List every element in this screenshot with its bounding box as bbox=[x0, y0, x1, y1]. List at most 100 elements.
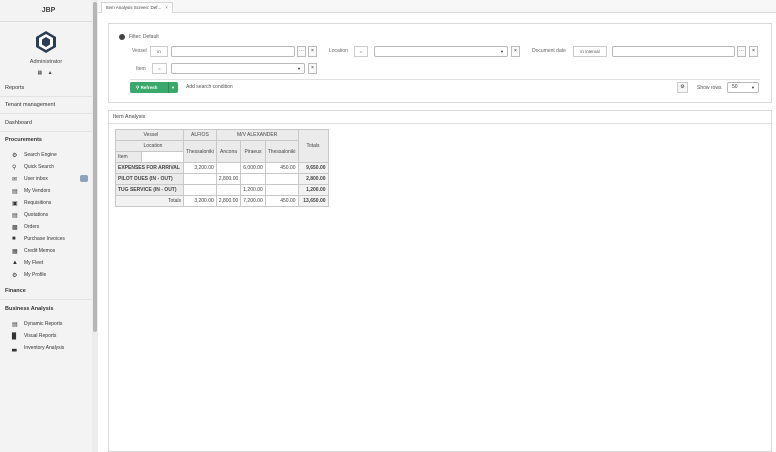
sidebar-item-orders[interactable]: ▩ Orders bbox=[12, 222, 88, 232]
sidebar-item-my-profile[interactable]: ⚙ My Profile bbox=[12, 270, 88, 280]
table-row[interactable]: EXPENSES FOR ARRIVAL 3,200.00 6,000.00 4… bbox=[115, 162, 329, 174]
sidebar-item-visual-reports[interactable]: ▉ Visual Reports bbox=[12, 331, 88, 341]
sidebar-item-search-engine[interactable]: ⚙ Search Engine bbox=[12, 150, 88, 160]
location-operator[interactable]: = bbox=[354, 46, 368, 57]
divider bbox=[109, 123, 771, 124]
inventory-icon: ▃ bbox=[12, 345, 17, 352]
sidebar-item-requisitions[interactable]: ▣ Requisitions bbox=[12, 198, 88, 208]
sidebar-item-inventory-analysis[interactable]: ▃ Inventory Analysis bbox=[12, 343, 88, 353]
sidebar-scroll-thumb[interactable] bbox=[93, 2, 97, 332]
report-icon: ▤ bbox=[12, 321, 18, 328]
table-cell: 3,200.00 bbox=[183, 162, 217, 174]
table-cell: 6,000.00 bbox=[240, 162, 266, 174]
divider bbox=[130, 79, 760, 80]
profile-icon: ⚙ bbox=[12, 272, 18, 279]
divider bbox=[0, 113, 92, 114]
settings-icon[interactable]: ▦ bbox=[37, 70, 44, 76]
item-operator[interactable]: = bbox=[152, 63, 167, 74]
vessel-operator[interactable]: in bbox=[150, 46, 168, 57]
document-date-operator[interactable]: in interval bbox=[573, 46, 607, 57]
sidebar-item-purchase-invoices[interactable]: ■ Purchase Invoices bbox=[12, 234, 88, 244]
row-header: PILOT DUES (IN - OUT) bbox=[115, 173, 184, 185]
row-total: 2,800.00 bbox=[297, 173, 329, 185]
vessel-more-button[interactable]: ⋯ bbox=[297, 46, 306, 57]
user-icon[interactable]: ▲ bbox=[48, 70, 55, 76]
sidebar-section-procurements[interactable]: Procurements bbox=[5, 137, 42, 143]
item-header: Item bbox=[115, 151, 142, 163]
table-row[interactable]: TUG SERVICE (IN - OUT) 1,200.00 1,200.00 bbox=[115, 184, 329, 196]
sidebar-section-tenant[interactable]: Tenant management bbox=[5, 102, 55, 108]
search-icon: ⚲ bbox=[12, 164, 17, 171]
add-search-condition-link[interactable]: Add search condition bbox=[186, 84, 233, 90]
brand-logo[interactable]: JBP bbox=[0, 0, 97, 22]
document-date-input[interactable] bbox=[612, 46, 735, 57]
item-clear-button[interactable]: × bbox=[308, 63, 317, 74]
column-total: 450.00 bbox=[264, 195, 299, 207]
location-column-header: Ancona bbox=[215, 140, 242, 163]
divider bbox=[0, 96, 92, 97]
avatar[interactable] bbox=[34, 30, 58, 54]
vessel-clear-button[interactable]: × bbox=[308, 46, 317, 57]
tab-item-analysis[interactable]: Item Analysis Screen: Def... × bbox=[101, 2, 173, 13]
sidebar-item-dynamic-reports[interactable]: ▤ Dynamic Reports bbox=[12, 319, 88, 329]
grand-total: 13,650.00 bbox=[297, 195, 329, 207]
vessel-input[interactable] bbox=[171, 46, 295, 57]
location-select[interactable]: ▼ bbox=[374, 46, 508, 57]
settings-button[interactable]: ⚙ bbox=[677, 82, 688, 93]
filter-title[interactable]: Filter: Default bbox=[119, 34, 159, 40]
document-date-more-button[interactable]: ⋯ bbox=[737, 46, 746, 57]
fleet-icon: ▲ bbox=[12, 260, 18, 266]
item-select[interactable]: ▼ bbox=[171, 63, 305, 74]
refresh-button[interactable]: ⚲ Refresh ▼ bbox=[130, 82, 178, 93]
divider bbox=[0, 299, 92, 300]
sidebar-item-my-vendors[interactable]: ▤ My Vendors bbox=[12, 186, 88, 196]
requisition-icon: ▣ bbox=[12, 200, 18, 207]
totals-row: Totals 3,200.00 2,800.00 7,200.00 450.00… bbox=[115, 195, 329, 207]
gear-icon: ⚙ bbox=[680, 84, 685, 90]
inbox-badge bbox=[80, 175, 88, 182]
table-corner bbox=[115, 129, 142, 141]
table-row[interactable]: PILOT DUES (IN - OUT) 2,800.00 2,800.00 bbox=[115, 173, 329, 185]
sidebar-item-quick-search[interactable]: ⚲ Quick Search bbox=[12, 162, 88, 172]
document-date-label: Document date bbox=[532, 48, 566, 54]
sidebar-section-finance[interactable]: Finance bbox=[5, 288, 26, 294]
sidebar-item-user-inbox[interactable]: ✉ User inbox bbox=[12, 174, 88, 184]
filter-toggle-icon[interactable] bbox=[119, 34, 125, 40]
sidebar: JBP Administrator ▦ ▲ Reports Tenant man… bbox=[0, 0, 98, 452]
table-cell: 450.00 bbox=[264, 162, 299, 174]
tab-label: Item Analysis Screen: Def... bbox=[106, 5, 162, 10]
vessel-label: Vessel bbox=[132, 48, 147, 54]
close-icon[interactable]: × bbox=[165, 5, 168, 10]
show-rows-label: Show rows bbox=[697, 85, 722, 91]
sidebar-section-reports[interactable]: Reports bbox=[5, 85, 24, 91]
show-rows-select[interactable]: 50 ▼ bbox=[727, 82, 759, 93]
document-date-clear-button[interactable]: × bbox=[749, 46, 758, 57]
totals-column-header: Totals bbox=[297, 129, 329, 163]
chevron-down-icon: ▼ bbox=[297, 66, 301, 71]
tab-bar: Item Analysis Screen: Def... × bbox=[98, 0, 776, 13]
table-header-row: Location Thessaloniki Ancona Piraeus The… bbox=[115, 140, 329, 163]
vessel-column-header: ALFIOS bbox=[183, 129, 217, 141]
chevron-down-icon[interactable]: ▼ bbox=[171, 82, 175, 93]
totals-label: Totals bbox=[115, 195, 184, 207]
vessel-header: Vessel bbox=[141, 129, 184, 141]
table-corner bbox=[115, 140, 142, 152]
divider bbox=[0, 131, 92, 132]
sidebar-item-my-fleet[interactable]: ▲ My Fleet bbox=[12, 258, 88, 268]
location-clear-button[interactable]: × bbox=[511, 46, 520, 57]
sidebar-item-quotations[interactable]: ▤ Quotations bbox=[12, 210, 88, 220]
sidebar-item-credit-memos[interactable]: ▦ Credit Memos bbox=[12, 246, 88, 256]
sidebar-section-business-analysis[interactable]: Business Analysis bbox=[5, 306, 53, 312]
refresh-label: Refresh bbox=[140, 85, 158, 90]
table-header-row: Vessel ALFIOS M/V ALEXANDER Totals bbox=[115, 129, 329, 163]
user-actions: ▦ ▲ bbox=[0, 70, 92, 76]
memo-icon: ▦ bbox=[12, 248, 18, 255]
location-column-header: Thessaloniki bbox=[264, 140, 299, 163]
chart-icon: ▉ bbox=[12, 333, 17, 340]
sidebar-section-dashboard[interactable]: Dashboard bbox=[5, 120, 32, 126]
row-total: 9,650.00 bbox=[297, 162, 329, 174]
chevron-down-icon: ▼ bbox=[751, 85, 755, 90]
column-total: 2,800.00 bbox=[215, 195, 242, 207]
row-total: 1,200.00 bbox=[297, 184, 329, 196]
quotation-icon: ▤ bbox=[12, 212, 18, 219]
